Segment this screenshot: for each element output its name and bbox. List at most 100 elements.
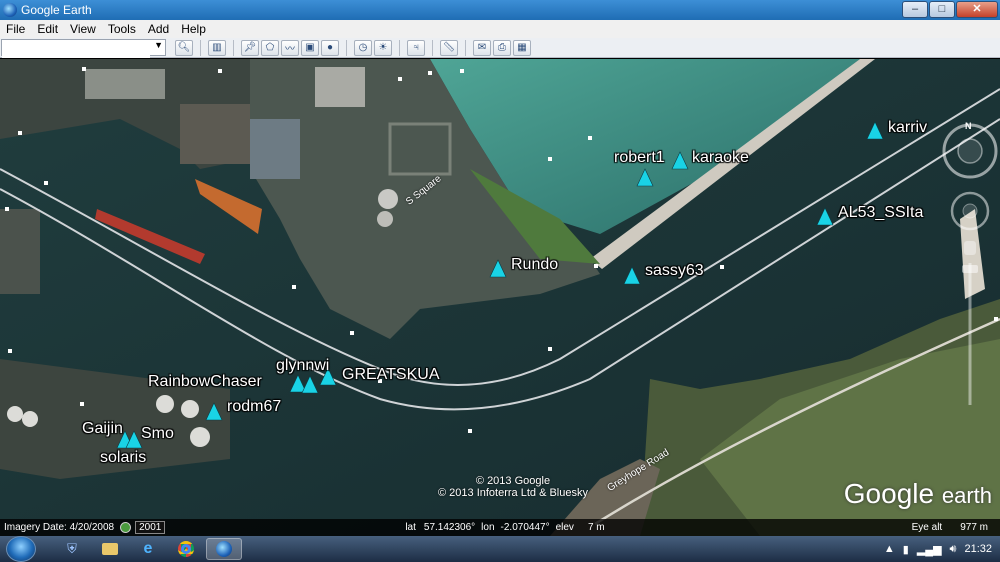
toolbar: ▼ 🔍︎ ▥ 📌︎ ⬠ 〰 ▣ ● ◷ ☀ ♃ 📏︎ ✉ ⎙ ▦ — [0, 38, 1000, 58]
move-joystick-center[interactable] — [962, 203, 978, 219]
show-hidden-icons-icon[interactable]: ▲ — [884, 543, 895, 555]
add-polygon-button[interactable]: ⬠ — [261, 39, 279, 56]
elev-label: elev — [555, 522, 574, 533]
clock[interactable]: 21:32 — [964, 543, 992, 555]
historical-imagery-icon: ◷ — [358, 42, 368, 53]
menu-bar: File Edit View Tools Add Help — [0, 20, 1000, 38]
elev-value: 7 m — [587, 522, 605, 533]
zoom-slider-thumb[interactable] — [962, 265, 978, 273]
title-bar[interactable]: Google Earth – □ ✕ — [0, 0, 1000, 20]
boat-label-karaoke[interactable]: karaoke — [692, 149, 749, 167]
taskbar-app-explorer[interactable] — [92, 538, 128, 560]
view-in-maps-button[interactable]: ▦ — [513, 39, 531, 56]
taskbar-app-google-earth[interactable] — [206, 538, 242, 560]
boat-label-al53-ssita[interactable]: AL53_SSIta — [838, 204, 923, 222]
internet-explorer-icon: e — [143, 540, 153, 557]
boat-label-gaijin[interactable]: Gaijin — [82, 420, 123, 438]
menu-edit[interactable]: Edit — [31, 22, 64, 36]
email-button[interactable]: ✉ — [473, 39, 491, 56]
system-tray: ▲ ▮ ▂▄▆ 🔊︎ 21:32 — [884, 543, 1000, 556]
ruler-icon: 📏︎ — [442, 42, 456, 53]
placemark-icon: 📌︎ — [243, 42, 257, 53]
navigation-controls-graphic — [942, 123, 998, 405]
record-tour-icon: ● — [326, 42, 334, 53]
boat-label-karriv[interactable]: karriv — [888, 119, 927, 137]
close-button[interactable]: ✕ — [956, 1, 998, 18]
ruler-button[interactable]: 📏︎ — [440, 39, 458, 56]
folder-icon — [102, 543, 118, 555]
storage-tank — [181, 400, 199, 418]
taskbar-app-chrome[interactable] — [168, 538, 204, 560]
sunlight-button[interactable]: ☀ — [374, 39, 392, 56]
add-placemark-button[interactable]: 📌︎ — [241, 39, 259, 56]
network-icon[interactable]: ▂▄▆ — [917, 543, 942, 556]
chrome-icon — [178, 541, 194, 557]
chevron-down-icon[interactable]: ▼ — [154, 40, 163, 50]
copyright-google: © 2013 Google — [475, 475, 551, 487]
sunlight-icon: ☀ — [378, 42, 388, 53]
boat-label-rundo[interactable]: Rundo — [511, 256, 558, 274]
toolbar-separator — [233, 39, 234, 56]
print-icon: ⎙ — [498, 42, 506, 53]
window-title: Google Earth — [21, 3, 92, 17]
minimize-button[interactable]: – — [902, 1, 928, 18]
search-box[interactable]: ▼ — [1, 39, 166, 58]
add-path-button[interactable]: 〰 — [281, 39, 299, 56]
imagery-copyright: © 2013 Google © 2013 Infoterra Ltd & Blu… — [418, 475, 608, 499]
image-overlay-button[interactable]: ▣ — [301, 39, 319, 56]
menu-add[interactable]: Add — [142, 22, 175, 36]
planets-icon: ♃ — [412, 42, 420, 53]
google-earth-logo: Google earth — [844, 478, 992, 510]
google-earth-icon — [216, 541, 232, 557]
email-icon: ✉ — [477, 42, 487, 53]
taskbar-app-shield[interactable]: ⛨ — [54, 538, 90, 560]
boat-label-sassy63[interactable]: sassy63 — [645, 262, 704, 280]
view-in-maps-icon: ▦ — [517, 42, 527, 53]
battery-icon[interactable]: ▮ — [903, 543, 909, 556]
planets-button[interactable]: ♃ — [407, 39, 425, 56]
google-earth-app-icon — [3, 3, 17, 17]
search-button[interactable]: 🔍︎ — [175, 39, 193, 56]
street-view-pegman-icon[interactable] — [964, 241, 976, 255]
start-button[interactable] — [6, 536, 36, 562]
storage-tank — [377, 211, 393, 227]
lat-value: 57.142306° — [423, 522, 476, 533]
image-overlay-icon: ▣ — [305, 42, 315, 53]
imagery-year[interactable]: 2001 — [135, 521, 166, 534]
record-tour-button[interactable]: ● — [321, 39, 339, 56]
toolbar-separator — [200, 39, 201, 56]
boat-label-glynnwi[interactable]: glynnwi — [276, 357, 329, 375]
boat-label-greatskua[interactable]: GREATSKUA — [342, 366, 440, 384]
menu-view[interactable]: View — [64, 22, 102, 36]
toolbar-separator — [399, 39, 400, 56]
lon-value: -2.070447° — [500, 522, 550, 533]
historical-imagery-icon[interactable] — [120, 522, 132, 533]
taskbar-app-ie[interactable]: e — [130, 538, 166, 560]
boat-label-robert1[interactable]: robert1 — [614, 149, 665, 167]
warehouse-blue — [250, 119, 300, 179]
shield-icon: ⛨ — [67, 541, 77, 556]
logo-google: Google — [843, 478, 935, 509]
maximize-button[interactable]: □ — [929, 1, 955, 18]
google-earth-window: Google Earth – □ ✕ File Edit View Tools … — [0, 0, 1000, 562]
storage-tank — [7, 406, 23, 422]
search-input[interactable] — [2, 42, 150, 58]
menu-file[interactable]: File — [0, 22, 31, 36]
boat-label-rodm67[interactable]: rodm67 — [227, 398, 281, 416]
toolbar-separator — [432, 39, 433, 56]
print-button[interactable]: ⎙ — [493, 39, 511, 56]
warehouse-roof — [315, 67, 365, 107]
sidebar-toggle-button[interactable]: ▥ — [208, 39, 226, 56]
storage-tank — [156, 395, 174, 413]
lon-label: lon — [481, 522, 495, 533]
boat-label-rainbowchaser[interactable]: RainbowChaser — [148, 373, 262, 391]
historical-imagery-button[interactable]: ◷ — [354, 39, 372, 56]
earth-view[interactable]: robert1 karaoke karriv AL53_SSIta Rundo … — [0, 59, 1000, 536]
boat-label-smo[interactable]: Smo — [141, 425, 174, 443]
boat-label-solaris[interactable]: solaris — [100, 449, 146, 467]
satellite-imagery — [0, 59, 1000, 536]
menu-tools[interactable]: Tools — [102, 22, 142, 36]
volume-icon[interactable]: 🔊︎ — [950, 543, 957, 556]
menu-help[interactable]: Help — [175, 22, 212, 36]
look-joystick-center[interactable] — [957, 138, 983, 164]
